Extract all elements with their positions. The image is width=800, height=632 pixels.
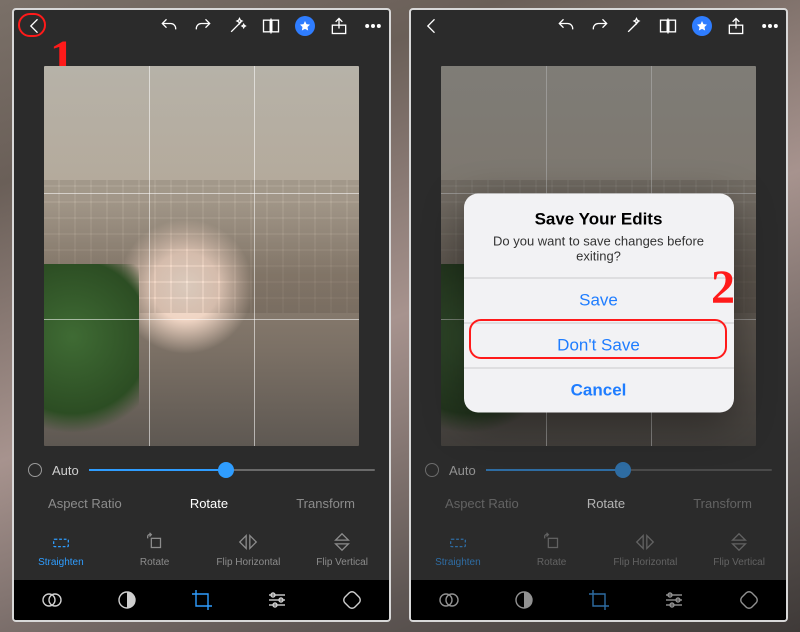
- auto-ring-icon: [425, 463, 439, 477]
- share-button[interactable]: [329, 16, 349, 36]
- premium-star-icon[interactable]: [295, 16, 315, 36]
- nav-heal-icon: [737, 588, 761, 612]
- dialog-cancel-button[interactable]: Cancel: [464, 367, 734, 412]
- nav-crop-icon[interactable]: [190, 588, 214, 612]
- top-toolbar: [411, 10, 786, 42]
- auto-ring-icon[interactable]: [28, 463, 42, 477]
- rotate-tools: Straighten Rotate Flip Horizontal Flip V…: [411, 518, 786, 580]
- premium-star-icon[interactable]: [692, 16, 712, 36]
- straighten-slider-row: Auto: [14, 452, 389, 488]
- nav-color-icon[interactable]: [115, 588, 139, 612]
- crop-handle-tr[interactable]: [344, 66, 359, 81]
- crop-handle-br[interactable]: [344, 431, 359, 446]
- tool-flip-v-label: Flip Vertical: [713, 557, 765, 568]
- tool-straighten-label: Straighten: [435, 557, 481, 568]
- crop-handle-bl[interactable]: [44, 431, 59, 446]
- bottom-nav: [411, 580, 786, 620]
- tool-flip-v-label: Flip Vertical: [316, 557, 368, 568]
- geometry-tabs: Aspect Ratio Rotate Transform: [14, 488, 389, 518]
- tool-straighten: Straighten: [423, 531, 493, 568]
- straighten-slider: [486, 469, 772, 471]
- tool-flip-vertical: Flip Vertical: [704, 531, 774, 568]
- nav-crop-icon: [587, 588, 611, 612]
- undo-button[interactable]: [556, 16, 576, 36]
- tool-straighten[interactable]: Straighten: [26, 531, 96, 568]
- auto-label: Auto: [52, 463, 79, 478]
- photo-canvas[interactable]: [14, 42, 389, 452]
- nav-color-icon: [512, 588, 536, 612]
- tab-rotate: Rotate: [587, 496, 625, 511]
- compare-icon[interactable]: [261, 16, 281, 36]
- tool-straighten-label: Straighten: [38, 557, 84, 568]
- straighten-slider[interactable]: [89, 469, 375, 471]
- tab-rotate[interactable]: Rotate: [190, 496, 228, 511]
- tool-rotate-label: Rotate: [140, 557, 169, 568]
- nav-light-icon[interactable]: [40, 588, 64, 612]
- nav-heal-icon[interactable]: [340, 588, 364, 612]
- tab-aspect-ratio[interactable]: Aspect Ratio: [48, 496, 122, 511]
- crop-handle-bl: [441, 431, 456, 446]
- more-button[interactable]: [363, 16, 383, 36]
- tool-flip-horizontal[interactable]: Flip Horizontal: [213, 531, 283, 568]
- crop-handle-br: [741, 431, 756, 446]
- top-toolbar: [14, 10, 389, 42]
- crop-handle-tr: [741, 66, 756, 81]
- tool-rotate-label: Rotate: [537, 557, 566, 568]
- compare-icon[interactable]: [658, 16, 678, 36]
- save-edits-dialog: Save Your Edits Do you want to save chan…: [464, 193, 734, 412]
- wand-icon[interactable]: [227, 16, 247, 36]
- phone-screenshot-1: 1: [12, 8, 391, 622]
- bottom-nav: [14, 580, 389, 620]
- tab-transform: Transform: [693, 496, 752, 511]
- tab-transform[interactable]: Transform: [296, 496, 355, 511]
- tutorial-stage: 1: [0, 0, 800, 632]
- tool-rotate[interactable]: Rotate: [120, 531, 190, 568]
- nav-adjust-icon: [662, 588, 686, 612]
- nav-light-icon: [437, 588, 461, 612]
- dialog-title: Save Your Edits: [464, 193, 734, 233]
- geometry-tabs: Aspect Ratio Rotate Transform: [411, 488, 786, 518]
- tool-flip-horizontal: Flip Horizontal: [610, 531, 680, 568]
- rotate-tools: Straighten Rotate Flip Horizontal Flip V…: [14, 518, 389, 580]
- tool-flip-h-label: Flip Horizontal: [216, 557, 280, 568]
- tool-flip-h-label: Flip Horizontal: [613, 557, 677, 568]
- back-button[interactable]: [20, 16, 50, 36]
- auto-label: Auto: [449, 463, 476, 478]
- tool-rotate: Rotate: [517, 531, 587, 568]
- nav-adjust-icon[interactable]: [265, 588, 289, 612]
- tool-flip-vertical[interactable]: Flip Vertical: [307, 531, 377, 568]
- wand-icon[interactable]: [624, 16, 644, 36]
- redo-button[interactable]: [590, 16, 610, 36]
- dialog-dont-save-button[interactable]: Don't Save: [464, 322, 734, 367]
- crop-handle-tl: [441, 66, 456, 81]
- share-button[interactable]: [726, 16, 746, 36]
- straighten-slider-row: Auto: [411, 452, 786, 488]
- crop-handle-tl[interactable]: [44, 66, 59, 81]
- back-button[interactable]: [417, 16, 447, 36]
- photo-preview: [44, 66, 359, 446]
- redo-button[interactable]: [193, 16, 213, 36]
- dialog-message: Do you want to save changes before exiti…: [464, 233, 734, 277]
- more-button[interactable]: [760, 16, 780, 36]
- tab-aspect-ratio: Aspect Ratio: [445, 496, 519, 511]
- undo-button[interactable]: [159, 16, 179, 36]
- phone-screenshot-2: Auto Aspect Ratio Rotate Transform Strai…: [409, 8, 788, 622]
- dialog-save-button[interactable]: Save: [464, 277, 734, 322]
